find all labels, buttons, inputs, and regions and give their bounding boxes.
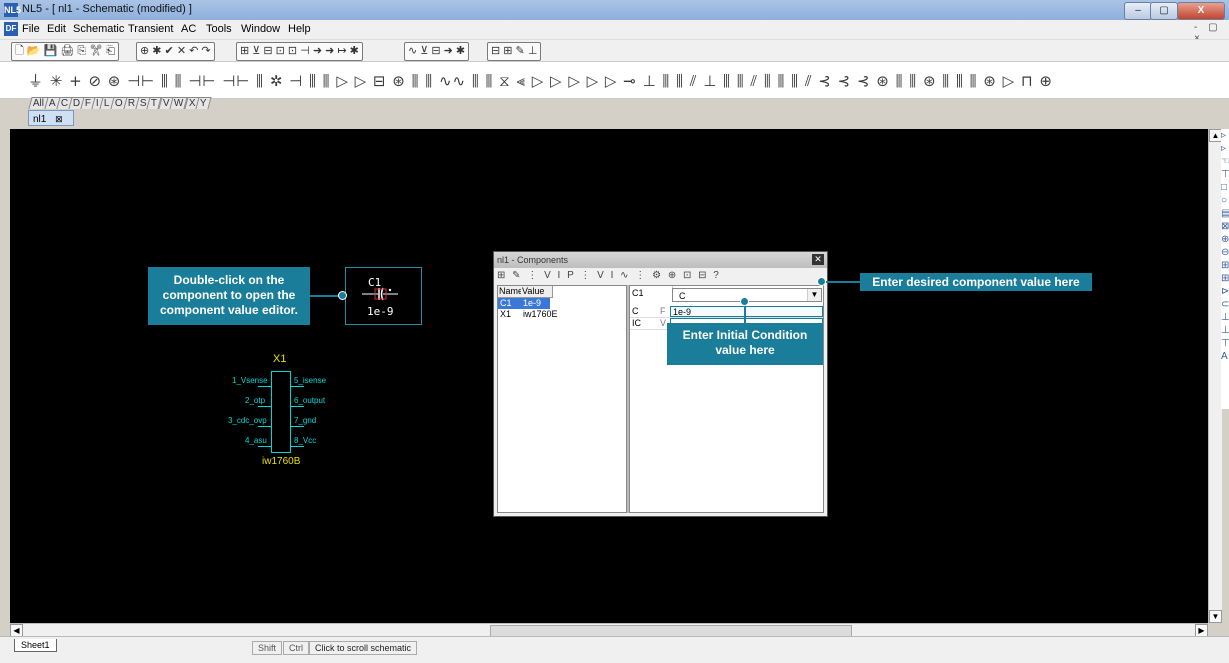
status-bar: Sheet1 Shift Ctrl Click to scroll schema… [0,636,1229,663]
category-tabs: All A C D F I L O R S T V W X Y [28,97,212,111]
components-dialog: nl1 - Components ✕ ⊞ ✎ ⋮ V I P ⋮ V I ∿ ⋮… [493,251,828,517]
capacitance-value-field[interactable]: 1e-9 [670,306,823,317]
capacitor-c1[interactable] [362,286,402,302]
menu-bar: DF File Edit Schematic Transient AC Tool… [0,20,1229,39]
list-item-value: iw1760E [523,309,558,319]
component-symbol-buttons[interactable]: ⏚ ✳ + ⊘ ⊛ ⊣⊢ ⫼ ⫼ ⊣⊢ ⊣⊢ ⫼ ✲ ⊣ ⫼ ⫼ ▷ ▷ ⊟ ⊛… [28,70,1053,91]
ic-pin-line [291,386,304,387]
ctrl-indicator: Ctrl [283,641,309,655]
drawing-tools-column[interactable]: ▹ ▹ ☜ ⊤ □ ○ ▤ ⊠ ⊕ ⊖ ⊞ ⊞ ⊳ ⊂ ⊥ ⊥ ⊤ A [1221,129,1229,409]
ic-pin-line [258,426,271,427]
document-tab-label: nl1 [33,114,47,125]
tab-y[interactable]: Y [195,97,212,109]
ic-pin-5: 5_isense [294,376,327,385]
document-tab-nl1[interactable]: nl1 ⊠ [28,110,74,126]
ic-pin-3: 3_cdc_ovp [228,416,267,425]
ic-x1-body[interactable] [271,371,291,453]
menu-schematic[interactable]: Schematic [73,23,124,35]
menu-transient[interactable]: Transient [128,23,173,35]
sheet-tab[interactable]: Sheet1 [14,639,57,652]
list-item[interactable]: X1 iw1760E [498,309,560,320]
callout-component-value: Enter desired component value here [860,273,1092,291]
shift-indicator: Shift [252,641,283,655]
x1-label: X1 [273,353,287,365]
ic-pin-1: 1_Vsense [232,376,268,385]
menu-help[interactable]: Help [288,23,311,35]
window-title: NL5 - [ nl1 - Schematic (modified) ] [22,3,192,15]
ic-pin-8: 8_Vcc [294,436,317,445]
edit-toolbar-group[interactable]: ⊕ ✱ ✔ ✕ ↶ ↷ [136,42,215,61]
dialog-toolbar[interactable]: ⊞ ✎ ⋮ V I P ⋮ V I ∿ ⋮ ⚙ ⊕ ⊡ ⊟ ? [497,270,721,281]
callout-initial-condition: Enter Initial Condition value here [667,323,823,365]
horizontal-scrollbar[interactable]: ◀ ▶ [10,623,1208,637]
callout-connector-dot [740,297,749,306]
ic-pin-line [291,446,304,447]
callout-double-click: Double-click on the component to open th… [148,267,310,325]
callout-connector-line [824,281,860,283]
minimize-button[interactable]: – [1124,2,1152,20]
list-header-name[interactable]: Name [498,286,523,298]
menu-ac[interactable]: AC [181,23,196,35]
list-item-name: X1 [500,309,512,319]
main-toolbar: 🗋 📂 💾 🖨 ⎘ ✂ ⎗ ⊕ ✱ ✔ ✕ ↶ ↷ ⊞ ⊻ ⊟ ⊡ ⊡ ⊣ ➜ … [0,39,1229,62]
property-unit: F [660,306,666,316]
app-icon: NL5 [4,3,22,17]
file-toolbar-group[interactable]: 🗋 📂 💾 🖨 ⎘ ✂ ⎗ [11,42,120,61]
status-message: Click to scroll schematic [309,641,418,655]
list-item-value: 1e-9 [523,298,542,308]
callout-connector-dot [338,291,347,300]
callout-connector-dot [817,277,826,286]
list-item-name: C1 [500,298,512,308]
list-header-value[interactable]: Value [521,286,553,298]
vertical-scrollbar[interactable]: ▲ ▼ [1208,129,1222,623]
view-toolbar-group[interactable]: ⊞ ⊻ ⊟ ⊡ ⊡ ⊣ ➜ ➜ ↦ ✱ [236,42,363,61]
list-item[interactable]: C1 1e-9 [498,298,550,309]
property-name: IC [632,318,641,328]
components-dialog-title[interactable]: nl1 - Components [494,252,827,268]
ic-pin-line [291,426,304,427]
menu-file[interactable]: File [22,23,40,35]
selected-component-name: C1 [630,286,673,301]
component-type-value: C [679,291,686,301]
property-name: C [632,306,639,316]
chevron-down-icon[interactable]: ▼ [807,289,821,301]
dialog-close-icon[interactable]: ✕ [812,254,824,265]
scroll-down-icon[interactable]: ▼ [1209,610,1222,623]
property-row-c: C F 1e-9 [630,306,823,318]
x1-part-name: iw1760B [262,456,301,467]
ic-pin-6: 6_output [294,396,326,405]
document-tab-close-icon[interactable]: ⊠ [55,114,63,124]
close-button[interactable]: X [1177,2,1225,20]
component-list[interactable]: Name Value C1 1e-9 X1 iw1760E [497,285,627,513]
property-grid: C1 C ▼ C F 1e-9 IC V [629,285,824,513]
mdi-app-icon[interactable]: DF [4,22,18,36]
ic-pin-line [258,386,271,387]
component-toolbar: ⏚ ✳ + ⊘ ⊛ ⊣⊢ ⫼ ⫼ ⊣⊢ ⊣⊢ ⫼ ✲ ⊣ ⫼ ⫼ ▷ ▷ ⊟ ⊛… [0,61,1229,99]
menu-tools[interactable]: Tools [206,23,232,35]
menu-edit[interactable]: Edit [47,23,66,35]
ic-pin-2: 2_otp [245,396,266,405]
ic-pin-line [291,406,304,407]
callout-connector-line [744,303,746,323]
c1-value: 1e-9 [367,305,394,318]
ac-toolbar-group[interactable]: ⊟ ⊞ ✎ ⊥ [487,42,542,61]
ic-pin-line [258,406,271,407]
ic-pin-7: 7_gnd [294,416,317,425]
menu-window[interactable]: Window [241,23,280,35]
ic-pin-line [258,446,271,447]
title-bar: NL5 NL5 - [ nl1 - Schematic (modified) ]… [0,0,1229,20]
property-unit: V [660,318,667,328]
ic-pin-4: 4_asu [245,436,267,445]
transient-toolbar-group[interactable]: ∿ ⊻ ⊟ ➜ ✱ [404,42,470,61]
maximize-button[interactable]: ▢ [1150,2,1178,20]
